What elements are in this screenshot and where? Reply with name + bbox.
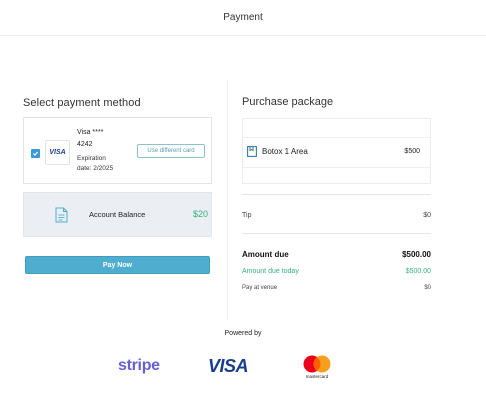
mastercard-wordmark: mastercard (305, 374, 329, 379)
tip-divider (242, 233, 431, 234)
mastercard-circles-icon (303, 355, 331, 373)
account-balance-label: Account Balance (89, 210, 146, 219)
tip-value: $0 (423, 212, 431, 219)
package-price: $500 (404, 148, 420, 155)
column-divider (227, 80, 228, 320)
powered-by-label: Powered by (224, 330, 262, 337)
pay-at-venue-value: $0 (424, 285, 431, 291)
summary-divider (242, 194, 431, 195)
use-different-card-button[interactable]: Use different card (137, 144, 205, 158)
purchase-package-heading: Purchase package (242, 96, 334, 108)
visa-logo: VISA (208, 356, 249, 376)
account-balance-amount: $20 (192, 209, 208, 219)
stripe-logo: stripe (118, 357, 160, 374)
check-icon (33, 151, 39, 156)
amount-due-value: $500.00 (402, 250, 431, 259)
document-icon (55, 207, 68, 223)
payment-method-heading: Select payment method (23, 97, 141, 109)
saved-card-option[interactable]: VISA Visa **** 4242 Expiration date: 2/2… (23, 117, 212, 184)
card-last4: 4242 (77, 141, 93, 148)
account-balance-option[interactable]: Account Balance $20 (23, 192, 212, 237)
package-card: Botox 1 Area $500 (242, 118, 431, 184)
pay-now-button[interactable]: Pay Now (25, 256, 210, 274)
visa-card-icon: VISA (45, 140, 70, 165)
bookmark-icon (247, 146, 257, 157)
amount-due-today-value: $500.00 (405, 268, 431, 275)
package-divider-top (243, 137, 430, 138)
page-title: Payment (223, 12, 263, 23)
card-brand-mask: Visa **** (77, 129, 104, 136)
card-expiration-label: Expiration (77, 155, 106, 162)
package-name: Botox 1 Area (262, 147, 308, 156)
header-bar: Payment (0, 0, 486, 36)
amount-due-today-label: Amount due today (242, 268, 299, 275)
mastercard-logo: mastercard (300, 354, 334, 382)
card-checkbox[interactable] (31, 149, 40, 158)
package-divider-bottom (243, 167, 430, 168)
amount-due-label: Amount due (242, 250, 289, 259)
tip-label: Tip (242, 212, 252, 219)
card-expiration-date: date: 2/2025 (77, 165, 114, 172)
pay-at-venue-label: Pay at venue (242, 285, 278, 291)
